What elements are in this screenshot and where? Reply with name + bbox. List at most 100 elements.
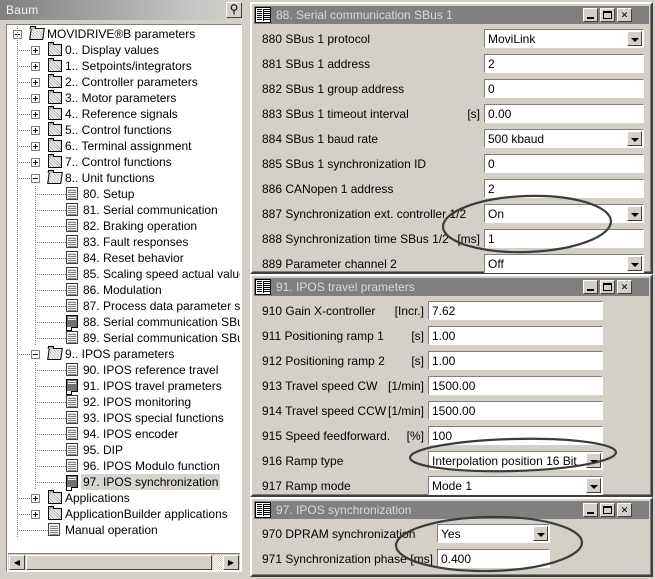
parameter-dropdown[interactable]: Off <box>484 254 644 273</box>
tree-item[interactable]: MOVIDRIVE®B parameters <box>8 26 240 42</box>
parameter-input[interactable]: 0 <box>484 79 644 98</box>
parameter-dropdown[interactable]: MoviLink <box>484 29 644 48</box>
chevron-down-icon[interactable] <box>627 31 642 46</box>
tree-item[interactable]: ApplicationBuilder applications <box>8 506 240 522</box>
parameter-input[interactable]: 1500.00 <box>428 401 603 420</box>
scrollbar-thumb[interactable] <box>26 555 212 570</box>
parameter-row: 885 SBus 1 synchronization ID 0 <box>252 154 651 174</box>
tree-item-label: 92. IPOS monitoring <box>83 395 192 409</box>
close-button[interactable]: ✕ <box>617 8 632 22</box>
close-button[interactable]: ✕ <box>617 503 632 517</box>
parameter-input[interactable]: 7.62 <box>428 301 603 320</box>
parameter-input[interactable]: 1.00 <box>428 351 603 370</box>
parameter-value: 2 <box>488 57 495 71</box>
tree-item-label: 8.. Unit functions <box>65 171 155 185</box>
dialog-titlebar[interactable]: 97. IPOS synchronization ✕ <box>254 501 649 519</box>
tree-item-label: MOVIDRIVE®B parameters <box>47 27 196 41</box>
parameter-input[interactable]: 0 <box>484 154 644 173</box>
parameter-row: 889 Parameter channel 2 Off <box>252 254 651 274</box>
sysicon-left-part <box>257 281 262 293</box>
folder-icon <box>48 490 62 504</box>
close-icon: ✕ <box>620 282 629 292</box>
tree-item[interactable]: 4.. Reference signals <box>8 106 240 122</box>
system-menu-icon[interactable] <box>255 502 271 518</box>
maximize-button[interactable] <box>600 280 615 294</box>
parameter-dropdown[interactable]: On <box>484 204 644 223</box>
parameter-input[interactable]: 100 <box>428 426 603 445</box>
tree-guide-line <box>35 410 36 426</box>
document-icon <box>66 219 78 232</box>
tree-item-label: 0.. Display values <box>65 43 160 57</box>
minimize-button[interactable] <box>583 503 598 517</box>
tree-guide-line <box>35 450 66 451</box>
expand-icon[interactable] <box>31 142 40 151</box>
maximize-button[interactable] <box>600 8 615 22</box>
expand-icon[interactable] <box>31 94 40 103</box>
chevron-down-icon[interactable] <box>627 256 642 271</box>
tree-item[interactable]: 8.. Unit functions <box>8 170 240 186</box>
minimize-button[interactable] <box>583 8 598 22</box>
dialog-titlebar[interactable]: 88. Serial communication SBus 1 ✕ <box>254 6 649 24</box>
panel-splitter[interactable] <box>244 0 249 579</box>
parameter-input[interactable]: 1 <box>484 229 644 248</box>
tree-item-label: Applications <box>65 491 130 505</box>
expand-icon[interactable] <box>31 62 40 71</box>
system-menu-icon[interactable] <box>255 7 271 23</box>
parameter-dropdown[interactable]: Yes <box>437 524 550 543</box>
tree-guide-line <box>35 402 66 403</box>
expand-icon[interactable] <box>31 158 40 167</box>
system-menu-icon[interactable] <box>255 279 271 295</box>
parameter-input[interactable]: 0.00 <box>484 104 644 123</box>
scroll-left-button[interactable]: ◀ <box>9 555 25 570</box>
minimize-button[interactable] <box>583 280 598 294</box>
collapse-icon[interactable] <box>31 350 40 359</box>
tree-guide-line <box>35 314 36 330</box>
tree-item[interactable]: 6.. Terminal assignment <box>8 138 240 154</box>
chevron-down-icon[interactable] <box>533 526 548 541</box>
parameter-input[interactable]: 2 <box>484 54 644 73</box>
tree-item[interactable]: 1.. Setpoints/integrators <box>8 58 240 74</box>
parameter-dropdown[interactable]: Interpolation position 16 Bit <box>428 451 603 470</box>
tree-item[interactable]: 2.. Controller parameters <box>8 74 240 90</box>
scrollbar-track[interactable] <box>213 555 223 570</box>
tree-horizontal-scrollbar[interactable]: ◀ ▶ <box>8 553 240 570</box>
chevron-down-icon[interactable] <box>627 206 642 221</box>
tree-guide-line <box>17 98 31 99</box>
tree-item[interactable]: 7.. Control functions <box>8 154 240 170</box>
chevron-down-icon[interactable] <box>627 131 642 146</box>
close-button[interactable]: ✕ <box>617 280 632 294</box>
tree-item[interactable]: 0.. Display values <box>8 42 240 58</box>
pushpin-icon[interactable]: ⚲ <box>226 2 242 18</box>
parameter-input[interactable]: 0.400 <box>437 549 550 568</box>
tree-item[interactable]: 9.. IPOS parameters <box>8 346 240 362</box>
parameter-dropdown[interactable]: 500 kbaud <box>484 129 644 148</box>
parameter-label: 880 SBus 1 protocol <box>262 32 371 46</box>
expand-icon[interactable] <box>31 110 40 119</box>
scroll-right-button[interactable]: ▶ <box>223 555 239 570</box>
chevron-down-icon[interactable] <box>586 453 601 468</box>
document-open-icon <box>66 315 78 331</box>
expand-icon[interactable] <box>31 126 40 135</box>
maximize-button[interactable] <box>600 503 615 517</box>
expand-icon[interactable] <box>31 78 40 87</box>
expand-icon[interactable] <box>31 510 40 519</box>
document-icon <box>66 187 78 200</box>
parameter-input[interactable]: 1.00 <box>428 326 603 345</box>
tree-guide-line <box>35 426 36 442</box>
tree-item-label: 93. IPOS special functions <box>83 411 224 425</box>
dialog-titlebar[interactable]: 91. IPOS travel prameters ✕ <box>254 278 649 296</box>
chevron-down-icon[interactable] <box>586 478 601 493</box>
tree-item[interactable]: 5.. Control functions <box>8 122 240 138</box>
collapse-icon[interactable] <box>31 174 40 183</box>
document-icon <box>66 443 78 456</box>
tree-item[interactable]: 3.. Motor parameters <box>8 90 240 106</box>
tree-item[interactable]: Applications <box>8 490 240 506</box>
parameter-row: 971 Synchronization phase [ms] 0.400 <box>252 549 651 569</box>
tree-guide-line <box>17 514 31 515</box>
parameter-input[interactable]: 2 <box>484 179 644 198</box>
expand-icon[interactable] <box>31 46 40 55</box>
expand-icon[interactable] <box>31 494 40 503</box>
tree-item-label: 90. IPOS reference travel <box>83 363 219 377</box>
parameter-dropdown[interactable]: Mode 1 <box>428 476 603 495</box>
parameter-input[interactable]: 1500.00 <box>428 376 603 395</box>
